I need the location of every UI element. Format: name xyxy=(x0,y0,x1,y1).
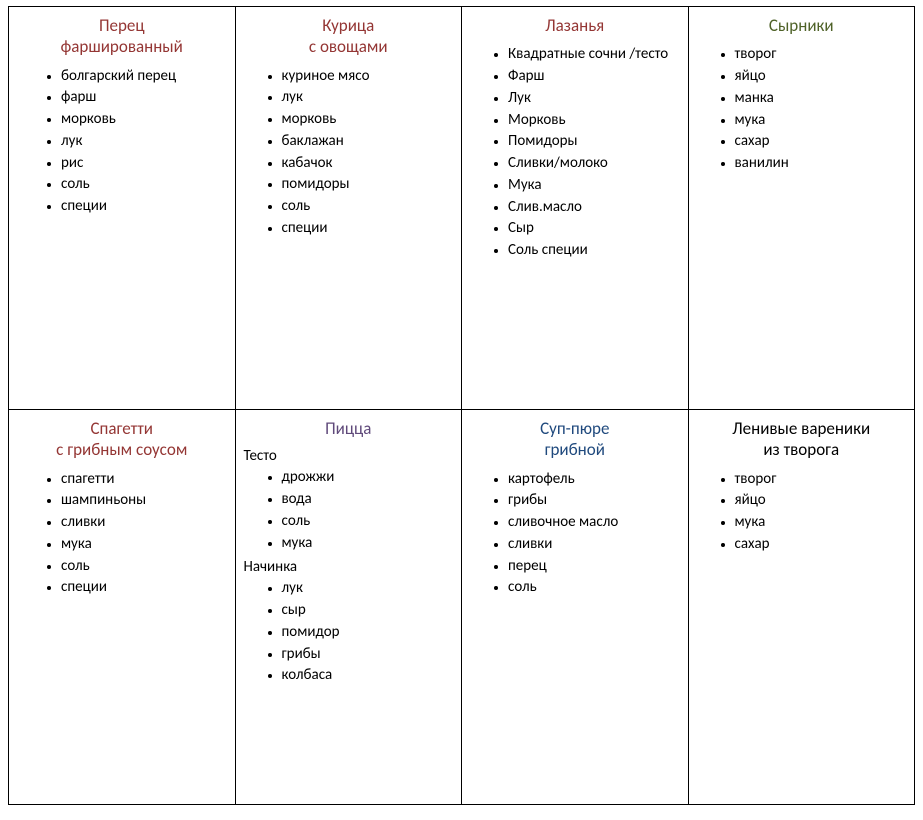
ingredient-list: куриное мясолукморковьбаклажанкабачокпом… xyxy=(242,66,456,240)
ingredient-item: колбаса xyxy=(282,665,456,687)
ingredient-list: болгарский перецфаршморковьлукриссольспе… xyxy=(15,66,229,218)
ingredient-item: яйцо xyxy=(735,490,909,512)
ingredient-item: Лук xyxy=(508,88,682,110)
ingredient-group-heading: Начинка xyxy=(244,558,456,576)
ingredient-item: мука xyxy=(61,534,229,556)
ingredient-item: мука xyxy=(735,110,909,132)
ingredient-item: лук xyxy=(61,131,229,153)
ingredient-item: кабачок xyxy=(282,153,456,175)
ingredient-item: лук xyxy=(282,87,456,109)
ingredient-item: грибы xyxy=(508,490,682,512)
ingredient-list: творогяйцоманкамукасахарванилин xyxy=(695,44,909,175)
ingredient-list: Квадратные сочни /тестоФаршЛукМорковьПом… xyxy=(468,44,682,262)
ingredient-list: картофельгрибысливочное маслосливкиперец… xyxy=(468,469,682,600)
ingredient-item: сахар xyxy=(735,131,909,153)
ingredient-item: сыр xyxy=(282,600,456,622)
ingredient-list: дрожживодасольмука xyxy=(242,467,456,554)
ingredient-item: мука xyxy=(735,512,909,534)
recipe-cell: Курица с овощами куриное мясолукморковьба… xyxy=(235,7,462,410)
recipe-cell: Суп-пюре грибной картофельгрибысливочное … xyxy=(462,410,689,805)
ingredient-list: луксырпомидоргрибыколбаса xyxy=(242,578,456,687)
recipe-title: Ленивые вареники из творога xyxy=(695,418,909,461)
ingredient-item: Помидоры xyxy=(508,131,682,153)
ingredient-item: помидор xyxy=(282,622,456,644)
ingredient-item: Сыр xyxy=(508,218,682,240)
ingredient-item: Мука xyxy=(508,175,682,197)
ingredient-item: Квадратные сочни /тесто xyxy=(508,44,682,66)
recipe-cell: Пицца Тесто дрожживодасольмука Начинка луксы… xyxy=(235,410,462,805)
ingredient-item: рис xyxy=(61,153,229,175)
ingredient-item: грибы xyxy=(282,644,456,666)
ingredient-item: яйцо xyxy=(735,66,909,88)
recipe-grid: Перец фаршированныйболгарский перецфаршм… xyxy=(8,6,915,805)
recipe-cell: Лазанья Квадратные сочни /тестоФаршЛукМор… xyxy=(462,7,689,410)
ingredient-item: перец xyxy=(508,556,682,578)
ingredient-item: творог xyxy=(735,44,909,66)
recipe-cell: Сырники творогяйцоманкамукасахарванилин xyxy=(688,7,915,410)
page: Перец фаршированныйболгарский перецфаршм… xyxy=(0,0,923,811)
recipe-cell: Спагетти с грибным соусом спагеттишампинь… xyxy=(9,410,236,805)
ingredient-item: соль xyxy=(61,556,229,578)
recipe-title: Спагетти с грибным соусом xyxy=(15,418,229,461)
ingredient-group-heading: Тесто xyxy=(244,447,456,465)
recipe-cell: Ленивые вареники из творога творогяйцомук… xyxy=(688,410,915,805)
ingredient-item: болгарский перец xyxy=(61,66,229,88)
ingredient-item: картофель xyxy=(508,469,682,491)
ingredient-item: куриное мясо xyxy=(282,66,456,88)
ingredient-item: дрожжи xyxy=(282,467,456,489)
recipe-title: Перец фаршированный xyxy=(15,15,229,58)
ingredient-item: специи xyxy=(61,196,229,218)
ingredient-list: творогяйцомукасахар xyxy=(695,469,909,556)
ingredient-item: сливки xyxy=(61,512,229,534)
ingredient-item: спагетти xyxy=(61,469,229,491)
ingredient-item: соль xyxy=(282,196,456,218)
ingredient-item: специи xyxy=(61,577,229,599)
ingredient-item: сахар xyxy=(735,534,909,556)
ingredient-item: соль xyxy=(282,511,456,533)
ingredient-list: спагеттишампиньонысливкимукасольспеции xyxy=(15,469,229,600)
recipe-title: Суп-пюре грибной xyxy=(468,418,682,461)
ingredient-item: Морковь xyxy=(508,110,682,132)
ingredient-item: манка xyxy=(735,88,909,110)
ingredient-item: соль xyxy=(61,174,229,196)
ingredient-item: мука xyxy=(282,533,456,555)
ingredient-item: Фарш xyxy=(508,66,682,88)
ingredient-item: соль xyxy=(508,577,682,599)
ingredient-item: помидоры xyxy=(282,174,456,196)
ingredient-item: сливки xyxy=(508,534,682,556)
recipe-title: Сырники xyxy=(695,15,909,36)
ingredient-item: ванилин xyxy=(735,153,909,175)
ingredient-item: фарш xyxy=(61,87,229,109)
ingredient-item: лук xyxy=(282,578,456,600)
ingredient-item: шампиньоны xyxy=(61,490,229,512)
ingredient-item: Сливки/молоко xyxy=(508,153,682,175)
ingredient-item: специи xyxy=(282,218,456,240)
ingredient-item: Соль специи xyxy=(508,240,682,262)
recipe-title: Лазанья xyxy=(468,15,682,36)
recipe-cell: Перец фаршированный болгарский перецфаршм… xyxy=(9,7,236,410)
ingredient-item: Слив.масло xyxy=(508,197,682,219)
recipe-title: Пицца xyxy=(242,418,456,439)
ingredient-item: морковь xyxy=(282,109,456,131)
ingredient-item: вода xyxy=(282,489,456,511)
recipe-title: Курица с овощами xyxy=(242,15,456,58)
ingredient-item: сливочное масло xyxy=(508,512,682,534)
ingredient-item: баклажан xyxy=(282,131,456,153)
ingredient-item: морковь xyxy=(61,109,229,131)
ingredient-item: творог xyxy=(735,469,909,491)
